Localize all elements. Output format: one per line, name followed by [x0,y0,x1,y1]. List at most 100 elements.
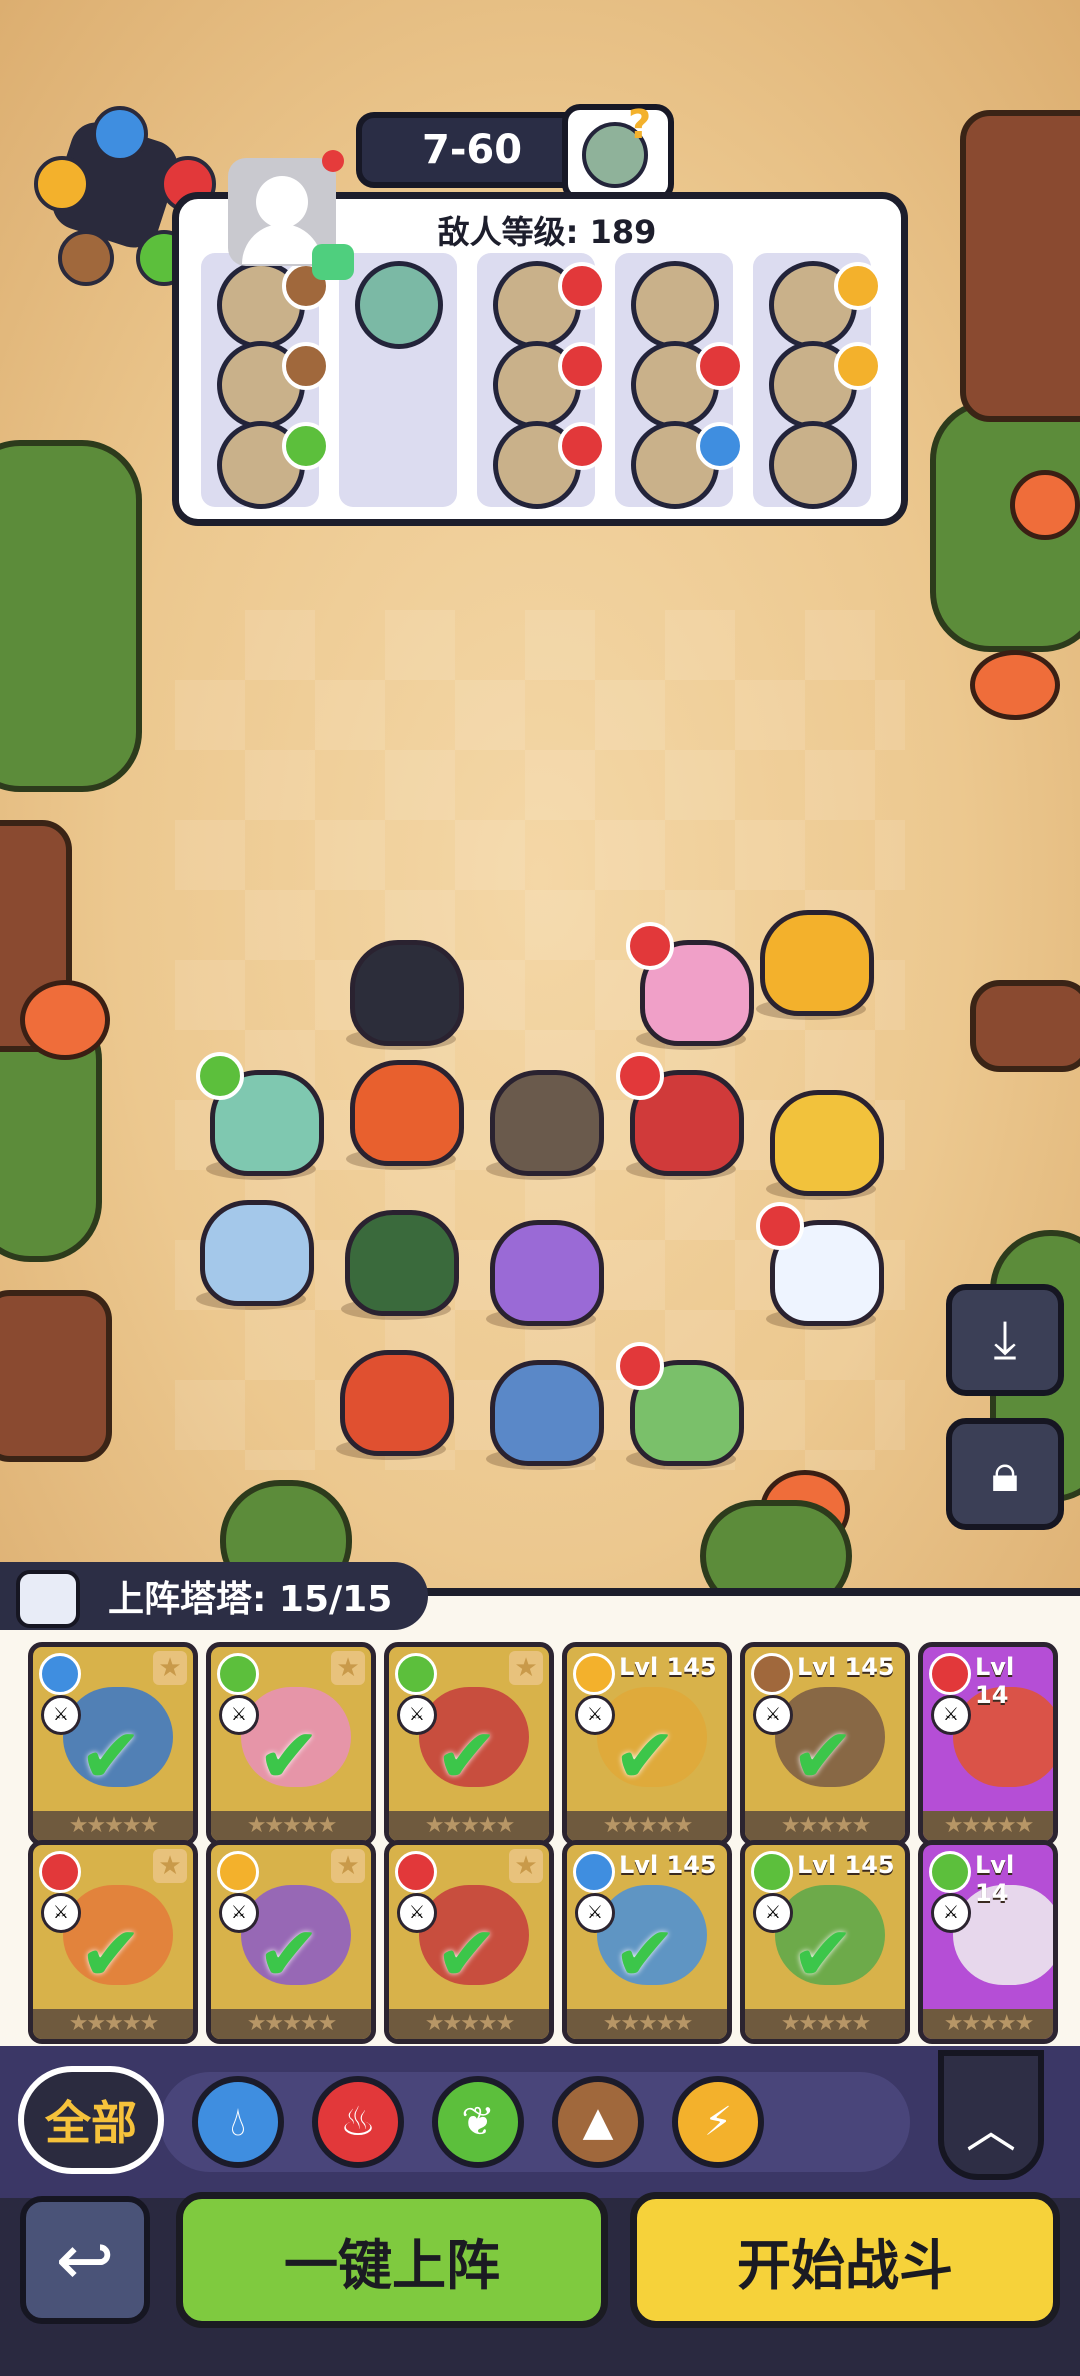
filter-earth-button[interactable]: ▲ [552,2076,644,2168]
download-icon: ⤓ [993,1309,1017,1370]
filter-grass-button[interactable]: ❦ [432,2076,524,2168]
filter-all-button[interactable]: 全部 [18,2066,164,2174]
enemy-icon[interactable] [769,261,882,349]
start-battle-button[interactable]: 开始战斗 [630,2192,1060,2328]
class-icon: ⚔ [753,1893,793,1933]
favorite-icon: ★ [331,1651,365,1685]
filter-thunder-button[interactable]: ⚡︎ [672,2076,764,2168]
lock-button[interactable]: 🔒︎ [946,1418,1064,1530]
enemy-icon[interactable] [217,261,330,349]
check-icon: ✔ [791,1909,855,1998]
enemy-icon[interactable] [769,341,882,429]
water-icon [573,1851,615,1893]
class-icon: ⚔ [397,1695,437,1735]
chevron-up-icon: ︿ [966,2101,1016,2159]
favorite-icon: ★ [509,1849,543,1883]
enemy-icon[interactable] [631,421,744,509]
enemy-icon[interactable] [217,341,330,429]
star-rating: ★★★★★ [567,1811,727,1841]
enemy-icon[interactable] [769,421,857,509]
roster-card[interactable]: ★ ⚔ ✔ ★★★★★ [28,1642,198,1846]
thumb-icon [626,922,674,970]
enemy-icon[interactable] [631,341,744,429]
grass-icon: ❦ [461,2099,495,2145]
enemy-lane [615,253,744,509]
water-icon [39,1653,81,1695]
tower-unit[interactable] [345,1210,459,1316]
star-rating: ★★★★★ [923,2009,1053,2039]
question-icon: ? [628,102,652,148]
fire-icon [39,1851,81,1893]
roster-card[interactable]: Lvl 145 ⚔ ✔ ★★★★★ [562,1840,732,2044]
star-rating: ★★★★★ [33,2009,193,2039]
tower-unit[interactable] [340,1350,454,1456]
star-rating: ★★★★★ [389,1811,549,1841]
lock-icon: 🔒︎ [991,1443,1019,1504]
check-icon: ✔ [79,1909,143,1998]
roster-card[interactable]: ★ ⚔ ✔ ★★★★★ [384,1642,554,1846]
fire-icon [696,342,744,390]
enemy-icon[interactable] [493,261,606,349]
tower-unit[interactable] [350,940,464,1046]
check-icon: ✔ [435,1711,499,1800]
class-icon: ⚔ [931,1695,971,1735]
roster-card[interactable]: Lvl 145 ⚔ ✔ ★★★★★ [562,1642,732,1846]
roster-card[interactable]: ★ ⚔ ✔ ★★★★★ [384,1840,554,2044]
fire-icon [395,1851,437,1893]
roster-card[interactable]: Lvl 145 ⚔ ✔ ★★★★★ [740,1840,910,2044]
earth-icon [282,342,330,390]
enemy-icon[interactable] [631,261,719,349]
tower-unit[interactable] [490,1360,604,1466]
expand-button[interactable]: ︿ [938,2050,1044,2180]
cat-icon [16,1570,80,1628]
chat-icon[interactable] [312,244,354,280]
tower-unit[interactable] [200,1200,314,1306]
thumb-icon [616,1052,664,1100]
class-icon: ⚔ [931,1893,971,1933]
tower-unit[interactable] [350,1060,464,1166]
enemy-lane [477,253,606,509]
filter-fire-button[interactable]: ♨ [312,2076,404,2168]
roster-card[interactable]: ★ ⚔ ✔ ★★★★★ [28,1840,198,2044]
enemy-info-icon[interactable]: ? [562,102,674,202]
roster-card[interactable]: Lvl 14 ⚔ ★★★★★ [918,1840,1058,2044]
rock-decoration [960,110,1080,422]
star-rating: ★★★★★ [211,2009,371,2039]
avatar-body-icon [242,224,322,264]
class-icon: ⚔ [41,1893,81,1933]
tower-unit[interactable] [490,1070,604,1176]
filter-water-button[interactable]: 💧︎ [192,2076,284,2168]
tower-unit[interactable] [760,910,874,1016]
back-button[interactable]: ↩ [20,2196,150,2324]
roster-card[interactable]: ★ ⚔ ✔ ★★★★★ [206,1840,376,2044]
thunder-icon: ⚡︎ [703,2099,733,2145]
star-rating: ★★★★★ [33,1811,193,1841]
water-icon: 💧︎ [230,2099,246,2145]
return-icon: ↩ [55,2219,115,2301]
enemy-icon[interactable] [493,341,606,429]
roster-card[interactable]: ★ ⚔ ✔ ★★★★★ [206,1642,376,1846]
level-label: Lvl 14 [975,1851,1015,1907]
enemy-icon[interactable] [217,421,330,509]
element-wheel[interactable] [34,106,216,286]
class-icon: ⚔ [219,1893,259,1933]
favorite-icon: ★ [153,1651,187,1685]
roster-card[interactable]: Lvl 145 ⚔ ✔ ★★★★★ [740,1642,910,1846]
deploy-grid[interactable] [175,610,905,1470]
enemy-icon[interactable] [493,421,606,509]
enemy-lane [339,253,457,507]
auto-deploy-button[interactable]: 一键上阵 [176,2192,608,2328]
download-button[interactable]: ⤓ [946,1284,1064,1396]
roster-card[interactable]: Lvl 14 ⚔ ★★★★★ [918,1642,1058,1846]
avatar-head-icon [256,176,308,228]
favorite-icon: ★ [509,1651,543,1685]
log-decoration [970,980,1080,1072]
tower-unit[interactable] [770,1090,884,1196]
enemy-icon[interactable] [355,261,443,349]
flower-decoration [970,650,1060,720]
cactus-decoration [0,440,142,792]
water-icon [92,106,148,162]
tower-unit[interactable] [490,1220,604,1326]
grass-icon [751,1851,793,1893]
fire-icon [558,342,606,390]
